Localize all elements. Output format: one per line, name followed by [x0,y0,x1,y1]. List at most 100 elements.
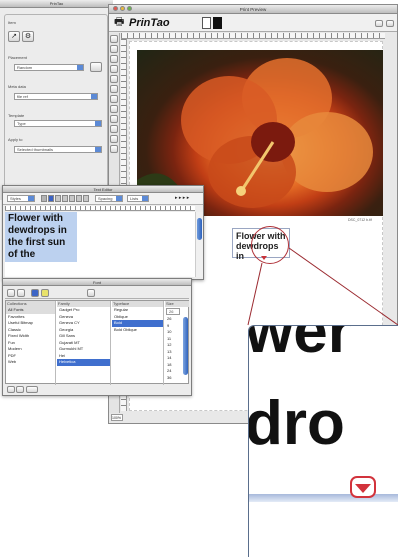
placement-option-button[interactable] [90,62,102,72]
tool-layer-icon[interactable] [110,145,118,153]
close-icon[interactable] [113,6,118,11]
font-actions-gear-icon[interactable] [25,386,38,393]
apply-label: Apply to [8,137,23,142]
tool-text-frame-icon[interactable] [110,135,118,143]
spacing-select[interactable]: Spacing [95,195,123,202]
text-edit-area[interactable]: Flower with dewdrops in the first sun of… [5,212,195,277]
chevron-down-icon [116,196,122,201]
align-button-icon[interactable] [55,195,61,202]
tool-frame-icon[interactable] [110,125,118,133]
chevron-down-icon [142,196,148,201]
palette-title: PrinTao [49,1,64,6]
align-button-icon[interactable] [69,195,75,202]
tool-move-icon[interactable] [110,115,118,123]
window-controls[interactable] [113,6,134,13]
chevron-down-icon [95,121,101,126]
text-editor-scrollbar[interactable] [195,212,203,277]
magnified-line-2: dro [248,389,345,458]
chevron-down-icon [91,94,97,99]
collections-list: All Fonts Favorites Useful Bitmap Classic Fi… [6,307,55,366]
template-select[interactable]: Type [14,120,102,127]
tool-strip [110,35,118,153]
gear-icon: ⚙ [24,33,32,40]
tool-text-icon[interactable] [110,45,118,53]
styles-select[interactable]: Styles [7,195,35,202]
zoom-icon[interactable] [127,6,132,11]
placement-label: Placement [8,55,27,60]
remove-collection-button[interactable] [16,386,25,393]
align-button-icon[interactable] [48,195,54,202]
align-button-icon[interactable] [76,195,82,202]
preview-toolbar: 🖶 PrinTao [109,14,397,32]
minimize-icon[interactable] [120,6,125,11]
ruler-arrows-icon[interactable]: ▸ ▸ ▸ ▸ [175,195,189,201]
lists-select[interactable]: Lists [127,195,149,202]
zoom-field[interactable]: 100% [111,414,123,421]
tool-align-icon[interactable] [110,95,118,103]
section-label: Item [8,20,16,25]
text-editor-toolbar: Styles Spacing Lists ▸ ▸ ▸ ▸ [3,193,203,205]
move-tool-button[interactable]: ↗ [8,31,20,42]
font-columns: Collections All Fonts Favorites Useful Bit… [5,300,189,385]
scroll-thumb[interactable] [197,218,202,240]
palette-title-bar: PrinTao [0,0,113,8]
alignment-icons [41,195,91,203]
underline-button[interactable] [7,289,15,297]
page-thumb-black[interactable] [213,17,222,29]
magnified-view: wer dro [248,325,398,557]
app-name: PrinTao [129,17,170,29]
size-column: Size 26 26 9 10 11 12 13 14 18 24 36 [165,301,189,385]
chevron-down-icon [28,196,34,201]
text-editor-title-bar: Text Editor [3,186,203,193]
align-button-icon[interactable] [41,195,47,202]
align-button-icon[interactable] [62,195,68,202]
family-item[interactable]: Helvetica [57,359,110,366]
toolbar-button-right-1[interactable] [375,20,383,27]
family-column: Family Gadget Pro Geneva Geneva CY Georgia G… [57,301,111,385]
add-collection-button[interactable] [7,386,15,393]
size-header: Size [165,301,189,307]
shadow-button[interactable] [87,289,95,297]
preview-title: Print Preview [239,7,267,12]
meta-label: Meta data [8,84,26,89]
font-effects-bar [5,288,189,299]
horizontal-ruler [121,33,385,39]
collection-item[interactable]: Web [6,359,55,366]
apply-select[interactable]: Selected thumbnails [14,146,102,153]
size-slider[interactable] [183,317,188,375]
settings-tool-button[interactable]: ⚙ [22,31,34,42]
typeface-list: Regular Oblique Bold Bold Oblique [112,307,163,333]
text-color-button[interactable] [31,289,39,297]
placement-select[interactable]: Random [14,64,84,71]
size-field[interactable]: 26 [166,308,180,315]
tool-image-icon[interactable] [110,55,118,63]
preview-title-bar: Print Preview [109,5,397,14]
toolbar-button-right-2[interactable] [386,20,394,27]
font-panel: Font Collections All Fonts Favorites Usefu… [2,278,192,396]
typeface-item[interactable]: Bold Oblique [112,327,163,334]
size-item[interactable]: 36 [165,375,189,382]
chevron-down-icon [95,147,101,152]
font-title-bar: Font [3,279,191,286]
move-arrow-icon: ↗ [11,33,17,40]
tool-pointer-icon[interactable] [110,35,118,43]
font-title: Font [92,280,101,285]
text-editor-ruler [5,206,195,211]
doc-color-button[interactable] [41,289,49,297]
tool-zoom-icon[interactable] [110,85,118,93]
tool-grid-icon[interactable] [110,105,118,113]
page-thumb-white[interactable] [202,17,211,29]
tool-rotate-icon[interactable] [110,75,118,83]
text-editor-window: Text Editor Styles Spacing Lists ▸ ▸ ▸ ▸… [2,185,204,280]
chevron-down-icon [77,65,83,70]
tool-crop-icon[interactable] [110,65,118,73]
collections-column: Collections All Fonts Favorites Useful Bit… [6,301,56,385]
strike-button[interactable] [17,289,25,297]
magnified-frame-edge [249,494,398,502]
meta-select[interactable]: file ref [14,93,98,100]
inspector-palette: PrinTao Item ↗ ⚙ Placement Random Meta d… [0,0,113,200]
template-label: Template [8,113,25,118]
align-button-icon[interactable] [83,195,89,202]
zoom-circle [251,226,289,264]
family-list: Gadget Pro Geneva Geneva CY Georgia Gill San… [57,307,110,366]
